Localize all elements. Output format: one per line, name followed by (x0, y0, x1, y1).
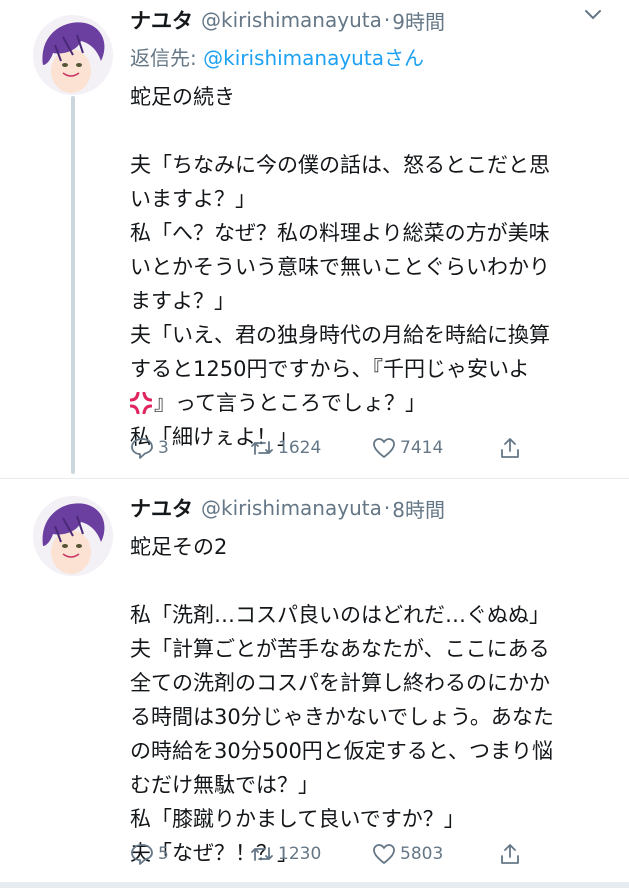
tweet-line-with-emoji: 』って言うところでしょ？」 (130, 386, 610, 420)
display-name[interactable]: ナユタ (130, 5, 193, 35)
share-icon (501, 844, 519, 864)
retweet-button[interactable]: 1624 (250, 436, 321, 460)
reply-button[interactable]: 3 (130, 436, 169, 460)
like-count: 5803 (400, 844, 444, 864)
retweet-button[interactable]: 1230 (250, 842, 321, 866)
timestamp[interactable]: 9時間 (392, 6, 445, 35)
timestamp[interactable]: 8時間 (392, 494, 445, 523)
like-count: 7414 (400, 438, 444, 458)
retweet-count: 1230 (278, 844, 322, 864)
retweet-count: 1624 (278, 438, 322, 458)
user-handle[interactable]: @kirishimanayuta (201, 8, 382, 32)
reply-mention-link[interactable]: @kirishimanayuta (203, 46, 384, 70)
share-icon (501, 438, 519, 458)
tweet-actions: 5 1230 5803 (130, 842, 550, 874)
reply-to-prefix: 返信先: (130, 46, 204, 70)
tweet-line: ますよ？」 (130, 289, 235, 313)
tweet-2[interactable]: ナユタ @kirishimanayuta · 8時間 蛇足その2 私「洗剤…コス… (0, 478, 629, 882)
tweet-line-text: 』って言うところでしょ？」 (154, 391, 426, 415)
reply-to-line: 返信先: @kirishimanayutaさん (130, 42, 424, 71)
avatar[interactable] (33, 496, 113, 576)
tweet-line: の時給を30分500円と仮定すると、つまり悩 (130, 739, 553, 763)
like-button[interactable]: 5803 (372, 842, 443, 866)
retweet-icon (251, 847, 273, 861)
tweet-line: 蛇足その2 (130, 535, 228, 559)
tweet-line: 夫「計算ごとが苦手なあなたが、ここにある (130, 637, 550, 661)
reply-button[interactable]: 5 (130, 842, 169, 866)
tweet-text: 蛇足の続き 夫「ちなみに今の僕の話は、怒るとこだと思 いますよ？」 私「へ？なぜ… (130, 80, 610, 454)
tweet-header: ナユタ @kirishimanayuta · 9時間 (130, 5, 609, 35)
avatar[interactable] (33, 15, 113, 95)
tweet-header: ナユタ @kirishimanayuta · 8時間 (130, 493, 609, 523)
like-icon (373, 438, 395, 458)
tweet-line: 私「へ？なぜ？私の料理より総菜の方が美味 (130, 221, 550, 245)
tweet-line: 私「膝蹴りかまして良いですか？」 (130, 807, 465, 831)
tweet-line: 全ての洗剤のコスパを計算し終わるのにかか (130, 671, 550, 695)
separator-dot: · (383, 8, 391, 32)
chevron-down-icon[interactable] (583, 6, 603, 24)
reply-icon (131, 438, 153, 459)
timeline: ナユタ @kirishimanayuta · 9時間 返信先: @kirishi… (0, 0, 629, 888)
reply-count: 3 (158, 438, 169, 458)
like-button[interactable]: 7414 (372, 436, 443, 460)
tweet-line: すると1250円ですから、『千円じゃ安いよ (130, 357, 530, 381)
tweet-line: る時間は30分じゃきかないでしょう。あなた (130, 705, 554, 729)
share-button[interactable] (498, 842, 526, 866)
reply-suffix: さん (383, 46, 424, 70)
display-name[interactable]: ナユタ (130, 493, 193, 523)
tweet-1[interactable]: ナユタ @kirishimanayuta · 9時間 返信先: @kirishi… (0, 0, 629, 478)
share-button[interactable] (498, 436, 526, 460)
tweet-line: いますよ？」 (130, 187, 256, 211)
user-handle[interactable]: @kirishimanayuta (201, 496, 382, 520)
tweet-text: 蛇足その2 私「洗剤…コスパ良いのはどれだ…ぐぬぬ」 夫「計算ごとが苦手なあなた… (130, 530, 610, 870)
reply-count: 5 (158, 844, 169, 864)
separator-dot: · (383, 496, 391, 520)
like-icon (373, 844, 395, 864)
tweet-line: 蛇足の続き (130, 85, 235, 109)
tweet-line: 私「洗剤…コスパ良いのはどれだ…ぐぬぬ」 (130, 603, 550, 627)
tweet-line: 夫「ちなみに今の僕の話は、怒るとこだと思 (130, 153, 550, 177)
retweet-icon (251, 441, 273, 455)
tweet-divider (0, 882, 629, 888)
tweet-line: 夫「いえ、君の独身時代の月給を時給に換算 (130, 323, 550, 347)
tweet-line: むだけ無駄では？」 (130, 773, 319, 797)
anger-symbol-emoji (130, 392, 152, 414)
tweet-actions: 3 1624 7414 (130, 436, 550, 468)
reply-icon (131, 844, 153, 865)
tweet-line: いとかそういう意味で無いことぐらいわかり (130, 255, 550, 279)
